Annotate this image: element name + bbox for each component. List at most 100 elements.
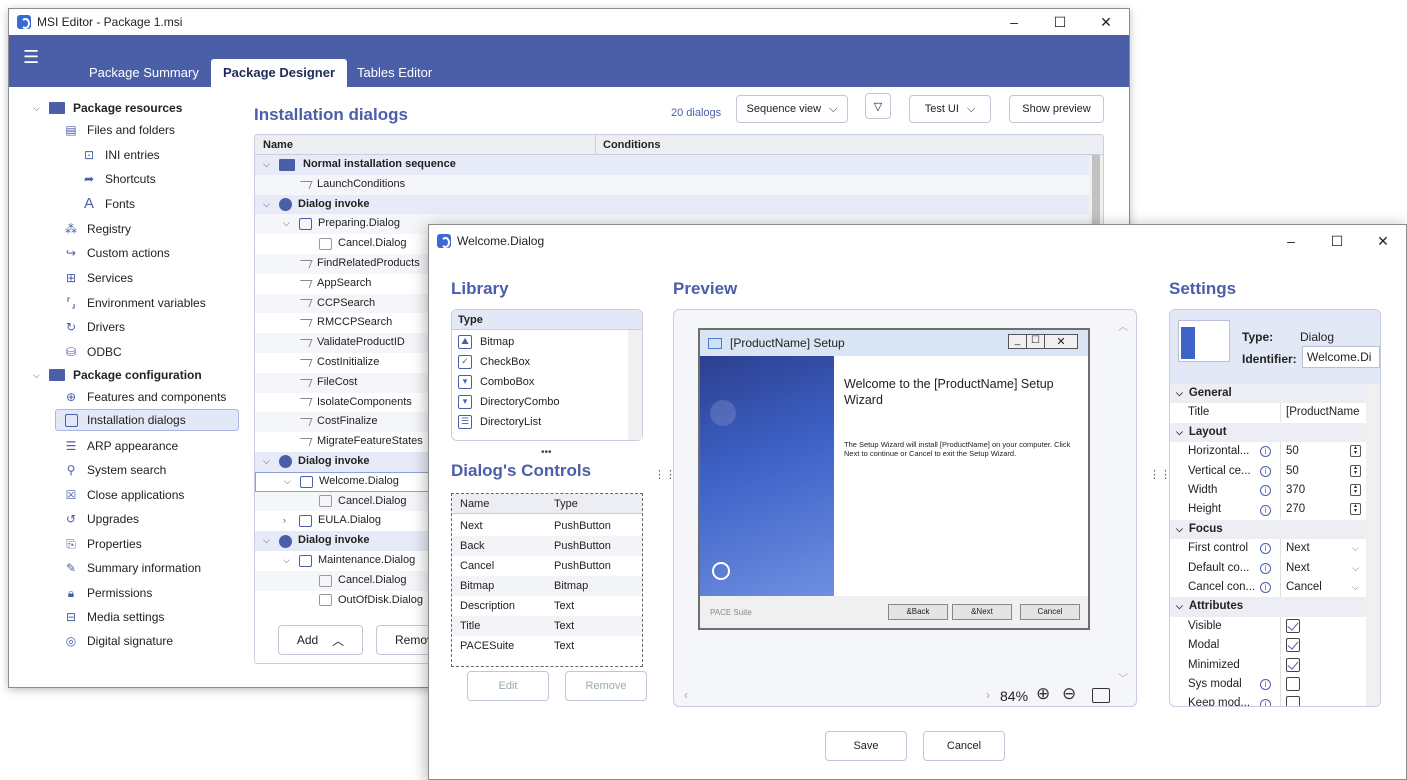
close-button[interactable]: ✕ [1083,9,1129,35]
tree-item-media-settings[interactable]: ⊟ Media settings [63,606,164,628]
setup-next-button[interactable]: &Next [952,604,1012,620]
property-row[interactable]: Horizontal... i 50 ▴ ▾ [1170,442,1366,462]
tree-item-shortcuts[interactable]: ➦ Shortcuts [81,168,156,190]
info-icon[interactable]: i [1260,582,1271,594]
property-row[interactable]: Width i 370 ▴ ▾ [1170,481,1366,500]
checkbox[interactable] [1286,696,1300,706]
view-select[interactable]: Sequence view ⌵ [736,95,848,123]
table-row[interactable]: Description Text [452,596,642,616]
tree-item-installation-dialogs[interactable]: Installation dialogs [55,409,239,431]
tree-item-odbc[interactable]: ⛁ ODBC [63,341,122,363]
splitter-handle[interactable]: ••• [541,447,552,458]
library-header[interactable]: Type [452,310,642,330]
column-conditions[interactable]: Conditions [603,139,660,151]
info-icon[interactable]: i [1260,504,1271,516]
list-item[interactable]: ✓ CheckBox [458,352,530,372]
dialog-close-button[interactable]: ✕ [1360,225,1406,257]
info-icon[interactable]: i [1260,465,1271,477]
scroll-left-icon[interactable]: ‹ [684,688,688,702]
property-row[interactable]: First control i Next ⌵ [1170,539,1366,559]
checkbox[interactable] [1286,657,1300,672]
tree-item-system-search[interactable]: ⚲ System search [63,459,167,481]
chevron-down-icon[interactable]: ⌵ [283,214,295,234]
scroll-up-icon[interactable]: ︿ [1118,318,1128,333]
zoom-out-icon[interactable]: ⊖ [1062,684,1076,704]
scroll-right-icon[interactable]: › [986,688,990,702]
tab-tables-editor[interactable]: Tables Editor [345,59,444,87]
table-row[interactable]: Bitmap Bitmap [452,576,642,596]
table-row[interactable]: Next PushButton [452,516,642,536]
tree-item-environment-variables[interactable]: ⸢⸥ Environment variables [63,292,205,314]
tree-item-features-and-components[interactable]: ⊕ Features and components [63,386,226,408]
table-row[interactable]: Back PushButton [452,536,642,556]
table-row[interactable]: PACESuite Text [452,636,642,656]
tab-package-summary[interactable]: Package Summary [77,59,211,87]
chevron-down-icon[interactable]: ⌵ [263,155,275,175]
info-icon[interactable]: i [1260,698,1271,706]
property-row[interactable]: Sys modal i [1170,675,1366,694]
chevron-right-icon[interactable]: › [283,511,295,531]
settings-section[interactable]: ⌵ Attributes [1170,597,1366,617]
chevron-down-icon[interactable]: ⌵ [284,472,296,492]
chevron-down-icon[interactable]: ⌵ [263,531,275,551]
settings-section[interactable]: ⌵ Focus [1170,519,1366,540]
property-row[interactable]: Minimized [1170,655,1366,675]
tree-item-fonts[interactable]: A Fonts [81,193,135,215]
list-item[interactable]: ☰ DirectoryList [458,412,541,432]
list-item[interactable]: ▾ DirectoryCombo [458,392,559,412]
property-value[interactable]: [ProductName [1286,403,1366,422]
property-row[interactable]: Height i 270 ▴ ▾ [1170,500,1366,520]
tree-item-drivers[interactable]: ↻ Drivers [63,316,125,338]
spinner-icon[interactable]: ▴ ▾ [1350,484,1361,496]
table-row[interactable]: Cancel PushButton [452,556,642,576]
tree-item-custom-actions[interactable]: ↪ Custom actions [63,242,170,264]
setup-cancel-button[interactable]: Cancel [1020,604,1080,620]
cancel-button[interactable]: Cancel [923,731,1005,761]
info-icon[interactable]: i [1260,679,1271,691]
table-row[interactable]: LaunchConditions [255,174,1089,195]
maximize-button[interactable]: ☐ [1037,9,1083,35]
property-row[interactable]: Title [ProductName [1170,403,1366,423]
setup-preview-window[interactable]: [ProductName] Setup _ ☐ ✕ Welcome to the… [698,328,1090,630]
chevron-down-icon[interactable]: ⌵ [1176,597,1183,616]
table-row[interactable]: ⌵ Dialog invoke [255,194,1089,215]
identifier-input[interactable]: Welcome.Di [1302,346,1380,368]
tree-item-ini-entries[interactable]: ⊡ INI entries [81,144,160,166]
settings-scrollbar[interactable] [1366,384,1380,706]
controls-col-name[interactable]: Name [452,494,554,513]
show-preview-button[interactable]: Show preview [1009,95,1104,123]
save-button[interactable]: Save [825,731,907,761]
chevron-down-icon[interactable]: ⌵ [1352,578,1359,597]
tree-group-package-configuration[interactable]: ⌵ Package configuration [33,364,202,386]
filter-button[interactable]: ▽ [865,93,891,119]
dialog-minimize-button[interactable]: – [1268,225,1314,257]
column-name[interactable]: Name [263,139,293,151]
chevron-down-icon[interactable]: ⌵ [283,551,295,571]
settings-section[interactable]: ⌵ General [1170,384,1366,404]
list-item[interactable]: ▾ ComboBox [458,372,534,392]
tree-item-permissions[interactable]: 🔒︎ Permissions [63,582,153,604]
splitter-handle-right[interactable]: ⋮⋮ [1149,470,1171,481]
chevron-down-icon[interactable]: ⌵ [1352,559,1359,578]
spinner-icon[interactable]: ▴ ▾ [1350,464,1361,477]
tree-item-close-applications[interactable]: ☒ Close applications [63,484,185,506]
controls-col-type[interactable]: Type [554,494,578,513]
tree-item-summary-information[interactable]: ✎ Summary information [63,557,201,579]
test-ui-button[interactable]: Test UI ⌵ [909,95,991,123]
tree-item-services[interactable]: ⊞ Services [63,267,133,289]
zoom-in-icon[interactable]: ⊕ [1036,684,1050,704]
list-item[interactable]: ⛰ Bitmap [458,332,514,352]
settings-section[interactable]: ⌵ Layout [1170,422,1366,443]
tree-item-digital-signature[interactable]: ◎ Digital signature [63,630,173,652]
property-row[interactable]: Modal [1170,636,1366,656]
dialog-maximize-button[interactable]: ☐ [1314,225,1360,257]
property-row[interactable]: Vertical ce... i 50 ▴ ▾ [1170,461,1366,481]
chevron-down-icon[interactable]: ⌵ [1176,384,1183,403]
chevron-down-icon[interactable]: ⌵ [1176,423,1183,442]
scroll-down-icon[interactable]: ﹀ [1118,670,1128,685]
chevron-down-icon[interactable]: ⌵ [263,195,275,215]
remove-control-button[interactable]: Remove [565,671,647,701]
fit-to-window-icon[interactable] [1092,688,1110,703]
chevron-down-icon[interactable]: ⌵ [1176,520,1183,539]
checkbox[interactable] [1286,638,1300,653]
